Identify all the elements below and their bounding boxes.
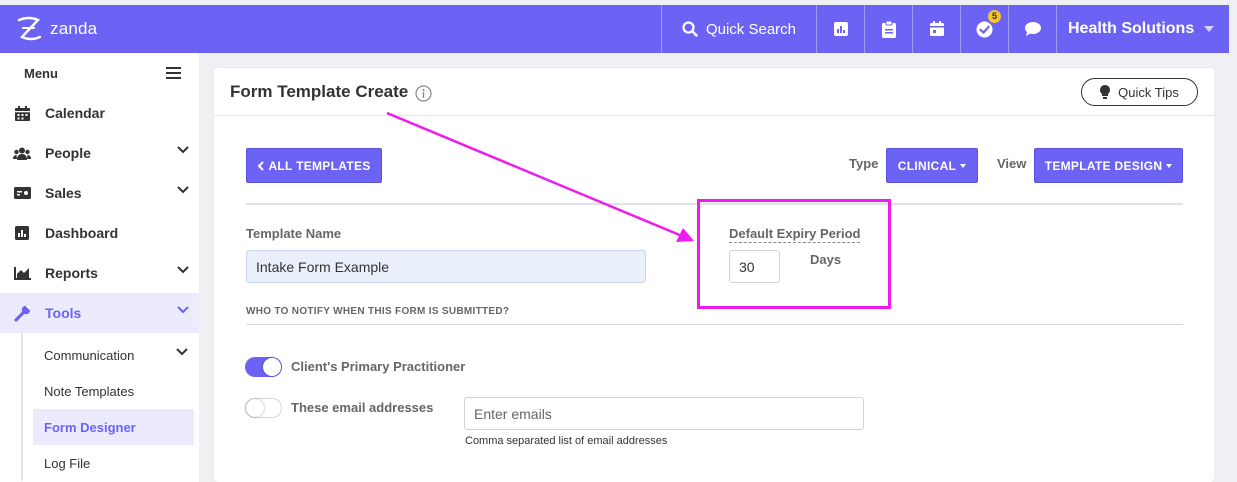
sidebar-subitem-label: Communication	[44, 347, 135, 363]
sidebar-subitem-label: Log File	[44, 455, 91, 471]
calendar-icon	[13, 105, 31, 121]
all-templates-label: ALL TEMPLATES	[268, 158, 371, 173]
chart-icon	[833, 22, 848, 36]
lightbulb-icon	[1100, 85, 1111, 99]
menu-header: Menu	[0, 53, 199, 93]
card-header: Form Template Create Quick Tips	[214, 68, 1214, 116]
chat-icon	[1024, 22, 1041, 36]
caret-down-icon	[1166, 163, 1173, 168]
chevron-down-icon	[177, 146, 189, 154]
caret-down-icon	[960, 163, 967, 168]
toggle-knob	[246, 399, 264, 417]
sidebar-item-sales[interactable]: Sales	[0, 173, 199, 213]
sidebar-item-reports[interactable]: Reports	[0, 253, 199, 293]
tools-subnav: Communication Note Templates Form Design…	[21, 333, 199, 481]
template-name-label: Template Name	[246, 226, 342, 241]
type-value: CLINICAL	[897, 158, 957, 173]
page-title: Form Template Create	[230, 81, 409, 101]
quick-tips-label: Quick Tips	[1118, 84, 1179, 100]
sidebar-item-calendar[interactable]: Calendar	[0, 93, 199, 133]
hamburger-icon[interactable]	[166, 67, 181, 79]
people-icon	[13, 145, 31, 161]
sidebar-subitem-log-file[interactable]: Log File	[23, 445, 194, 481]
sidebar-item-people[interactable]: People	[0, 133, 199, 173]
type-dropdown[interactable]: CLINICAL	[886, 148, 978, 183]
calendar-icon	[929, 21, 944, 36]
reports-icon	[13, 265, 31, 281]
sidebar-subitem-label: Form Designer	[44, 419, 136, 435]
org-name: Health Solutions	[1068, 20, 1195, 37]
search-icon	[682, 21, 698, 37]
all-templates-button[interactable]: ALL TEMPLATES	[246, 148, 382, 183]
notify-heading: WHO TO NOTIFY WHEN THIS FORM IS SUBMITTE…	[246, 306, 510, 317]
sidebar-subitem-label: Note Templates	[44, 383, 135, 399]
sales-icon	[13, 185, 31, 201]
menu-label: Menu	[24, 65, 58, 81]
zanda-logo-icon	[17, 16, 42, 41]
template-name-value: Intake Form Example	[256, 258, 390, 275]
org-switcher[interactable]: Health Solutions	[1056, 5, 1216, 53]
emails-input[interactable]: Enter emails	[464, 397, 864, 430]
sidebar-item-dashboard[interactable]: Dashboard	[0, 213, 199, 253]
sidebar-item-label: Sales	[45, 185, 82, 201]
template-name-input[interactable]: Intake Form Example	[246, 250, 646, 283]
emails-toggle[interactable]	[245, 398, 282, 418]
sidebar-item-label: Dashboard	[45, 225, 119, 241]
emails-help-text: Comma separated list of email addresses	[465, 435, 668, 447]
sidebar: Menu Calendar People Sales Dashboard Rep…	[0, 53, 199, 482]
sidebar-item-label: Reports	[45, 265, 98, 281]
view-label: View	[997, 156, 1027, 171]
dashboard-icon	[13, 225, 31, 241]
notifications-button[interactable]: 5	[960, 5, 1008, 53]
quick-search-label: Quick Search	[705, 20, 797, 38]
sidebar-subitem-form-designer[interactable]: Form Designer	[33, 409, 194, 445]
practitioner-toggle[interactable]	[245, 357, 282, 377]
brand-name: zanda	[50, 19, 98, 38]
brand[interactable]: zanda	[0, 5, 661, 53]
emails-label: These email addresses	[291, 400, 434, 415]
sidebar-item-label: People	[45, 145, 91, 161]
sidebar-item-label: Calendar	[45, 105, 105, 121]
divider	[246, 324, 1183, 325]
practitioner-label: Client's Primary Practitioner	[291, 359, 466, 374]
chevron-down-icon	[177, 306, 189, 314]
wrench-icon	[13, 305, 31, 322]
notification-count-badge: 5	[988, 10, 1001, 23]
quick-search-button[interactable]: Quick Search	[661, 5, 816, 53]
sidebar-item-label: Tools	[45, 305, 82, 321]
messages-button[interactable]	[1008, 5, 1056, 53]
caret-down-icon	[1204, 26, 1215, 32]
type-label: Type	[849, 156, 879, 171]
annotation-highlight-box	[697, 199, 891, 309]
sidebar-subitem-communication[interactable]: Communication	[23, 337, 194, 373]
view-value: TEMPLATE DESIGN	[1044, 158, 1163, 173]
toggle-knob	[263, 358, 281, 376]
sidebar-item-tools[interactable]: Tools	[0, 293, 199, 333]
quick-tips-button[interactable]: Quick Tips	[1081, 78, 1198, 106]
chevron-down-icon	[177, 186, 189, 194]
reports-shortcut-button[interactable]	[816, 5, 864, 53]
check-badge-icon	[976, 21, 993, 37]
clipboard-icon	[881, 20, 896, 38]
top-navbar: zanda Quick Search 5 Health Solutions	[0, 5, 1229, 53]
view-dropdown[interactable]: TEMPLATE DESIGN	[1034, 148, 1183, 183]
chevron-left-icon	[258, 160, 265, 171]
emails-placeholder: Enter emails	[474, 405, 552, 422]
chevron-down-icon	[176, 348, 188, 356]
tasks-shortcut-button[interactable]	[864, 5, 912, 53]
info-icon[interactable]	[415, 84, 432, 102]
chevron-down-icon	[177, 266, 189, 274]
calendar-shortcut-button[interactable]	[912, 5, 960, 53]
sidebar-subitem-note-templates[interactable]: Note Templates	[23, 373, 194, 409]
